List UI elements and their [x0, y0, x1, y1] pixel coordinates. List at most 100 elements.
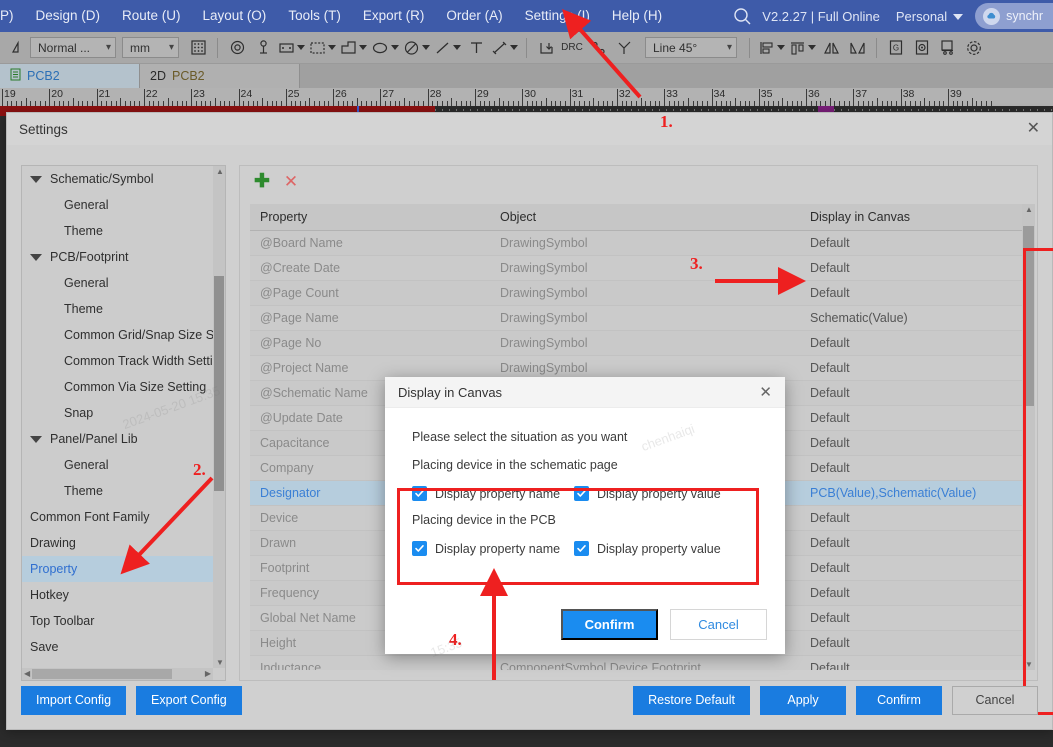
sidebar-item-general[interactable]: General: [22, 452, 213, 478]
account-menu[interactable]: Personal: [896, 9, 964, 24]
sidebar-item-common-track-width-settin[interactable]: Common Track Width Settin: [22, 348, 213, 374]
restore-default-button[interactable]: Restore Default: [633, 685, 750, 715]
menu-item-route[interactable]: Route (U): [111, 0, 192, 32]
modal-cancel-button[interactable]: Cancel: [670, 609, 767, 640]
sidebar-item-theme[interactable]: Theme: [22, 218, 213, 244]
flip-horizontal-icon[interactable]: [818, 35, 844, 61]
group-icon[interactable]: G: [883, 35, 909, 61]
pad-icon[interactable]: [250, 35, 276, 61]
chevron-down-icon[interactable]: [30, 435, 42, 443]
circle-button[interactable]: [369, 35, 401, 61]
sidebar-item-hotkey[interactable]: Hotkey: [22, 582, 213, 608]
checkbox-checked-icon[interactable]: [574, 486, 589, 501]
prohibited-area-button[interactable]: [401, 35, 432, 61]
chevron-down-icon[interactable]: [30, 175, 42, 183]
distribute-button[interactable]: [787, 35, 818, 61]
tree-vertical-scrollbar[interactable]: ▲ ▼: [213, 166, 225, 668]
menu-item-design[interactable]: Design (D): [25, 0, 112, 32]
table-vertical-scrollbar[interactable]: ▲ ▼: [1022, 204, 1035, 670]
menu-item-p[interactable]: P): [0, 0, 25, 32]
checkbox-checked-icon[interactable]: [412, 541, 427, 556]
menu-item-help[interactable]: Help (H): [601, 0, 673, 32]
menu-item-tools[interactable]: Tools (T): [277, 0, 352, 32]
smd-pad-button[interactable]: [276, 35, 307, 61]
export-config-button[interactable]: Export Config: [136, 685, 242, 715]
line-button[interactable]: [432, 35, 463, 61]
table-row[interactable]: @Page Count DrawingSymbol Default: [250, 280, 1027, 306]
sidebar-item-theme[interactable]: Theme: [22, 296, 213, 322]
package-icon[interactable]: [909, 35, 935, 61]
table-row[interactable]: @Page No DrawingSymbol Default: [250, 330, 1027, 356]
line-angle-select[interactable]: Line 45° ▾: [645, 37, 737, 58]
menu-item-layout[interactable]: Layout (O): [192, 0, 278, 32]
column-header-display-in-canvas[interactable]: Display in Canvas: [800, 204, 1027, 231]
solid-region-button[interactable]: [338, 35, 369, 61]
gear-icon[interactable]: [961, 35, 987, 61]
flip-vertical-icon[interactable]: [844, 35, 870, 61]
search-icon[interactable]: [733, 7, 752, 26]
table-row[interactable]: @Create Date DrawingSymbol Default: [250, 255, 1027, 281]
modal-confirm-button[interactable]: Confirm: [561, 609, 658, 640]
copper-region-button[interactable]: [307, 35, 338, 61]
menu-item-order[interactable]: Order (A): [435, 0, 513, 32]
via-icon[interactable]: [224, 35, 250, 61]
column-header-property[interactable]: Property: [250, 204, 490, 231]
grid-icon[interactable]: [185, 35, 211, 61]
net-icon[interactable]: [585, 35, 611, 61]
scroll-up-icon[interactable]: ▲: [216, 167, 224, 176]
sidebar-item-general[interactable]: General: [22, 270, 213, 296]
sidebar-item-common-via-size-setting[interactable]: Common Via Size Setting: [22, 374, 213, 400]
checkbox-checked-icon[interactable]: [574, 541, 589, 556]
unit-select[interactable]: mm ▾: [122, 37, 179, 58]
cart-icon[interactable]: [935, 35, 961, 61]
sidebar-item-common-font-family[interactable]: Common Font Family: [22, 504, 213, 530]
text-icon[interactable]: [463, 35, 489, 61]
tab-pcb2-2d[interactable]: 2D PCB2: [140, 64, 300, 88]
align-button[interactable]: [756, 35, 787, 61]
close-icon[interactable]: ✕: [759, 385, 772, 400]
sync-status[interactable]: synchr: [975, 3, 1053, 29]
tree-scroll-thumb[interactable]: [214, 276, 224, 491]
sidebar-item-theme[interactable]: Theme: [22, 478, 213, 504]
confirm-button[interactable]: Confirm: [856, 685, 942, 715]
schematic-display-value-checkbox[interactable]: Display property value: [574, 486, 721, 501]
route-icon[interactable]: [611, 35, 637, 61]
checkbox-checked-icon[interactable]: [412, 486, 427, 501]
scroll-up-icon[interactable]: ▲: [1025, 205, 1033, 214]
apply-button[interactable]: Apply: [760, 685, 846, 715]
scroll-down-icon[interactable]: ▼: [216, 658, 224, 667]
layer-mode-select[interactable]: Normal ... ▾: [30, 37, 116, 58]
import-config-button[interactable]: Import Config: [21, 685, 127, 715]
pcb-display-value-checkbox[interactable]: Display property value: [574, 541, 721, 556]
sidebar-item-general[interactable]: General: [22, 192, 213, 218]
sidebar-item-save[interactable]: Save: [22, 634, 213, 660]
add-property-icon[interactable]: ✚: [254, 172, 270, 191]
place-icon[interactable]: [533, 35, 559, 61]
scroll-down-icon[interactable]: ▼: [1025, 660, 1033, 669]
tab-pcb2-main[interactable]: PCB2: [0, 64, 140, 88]
sidebar-item-pcb-footprint[interactable]: PCB/Footprint: [22, 244, 213, 270]
pcb-display-name-checkbox[interactable]: Display property name: [412, 541, 564, 556]
table-scroll-thumb[interactable]: [1023, 226, 1034, 406]
sidebar-item-property[interactable]: Property: [22, 556, 213, 582]
schematic-display-name-checkbox[interactable]: Display property name: [412, 486, 564, 501]
sidebar-item-top-toolbar[interactable]: Top Toolbar: [22, 608, 213, 634]
column-header-object[interactable]: Object: [490, 204, 800, 231]
sidebar-item-schematic-symbol[interactable]: Schematic/Symbol: [22, 166, 213, 192]
menu-item-export[interactable]: Export (R): [352, 0, 436, 32]
sidebar-item-panel-panel-lib[interactable]: Panel/Panel Lib: [22, 426, 213, 452]
table-row[interactable]: Inductance ComponentSymbol,Device,Footpri…: [250, 655, 1027, 670]
drc-icon[interactable]: DRC: [559, 35, 585, 61]
menu-item-settings[interactable]: Settings (I): [514, 0, 601, 32]
flip-icon[interactable]: [4, 35, 30, 61]
close-icon[interactable]: ✕: [1027, 121, 1040, 137]
chevron-down-icon[interactable]: [30, 253, 42, 261]
table-row[interactable]: @Page Name DrawingSymbol Schematic(Value): [250, 305, 1027, 331]
dimension-button[interactable]: [489, 35, 520, 61]
sidebar-item-common-grid-snap-size-se[interactable]: Common Grid/Snap Size Se: [22, 322, 213, 348]
sidebar-item-snap[interactable]: Snap: [22, 400, 213, 426]
delete-property-icon[interactable]: ✕: [284, 173, 298, 190]
sidebar-item-drawing[interactable]: Drawing: [22, 530, 213, 556]
table-row[interactable]: @Board Name DrawingSymbol Default: [250, 230, 1027, 256]
cancel-button[interactable]: Cancel: [952, 685, 1038, 715]
